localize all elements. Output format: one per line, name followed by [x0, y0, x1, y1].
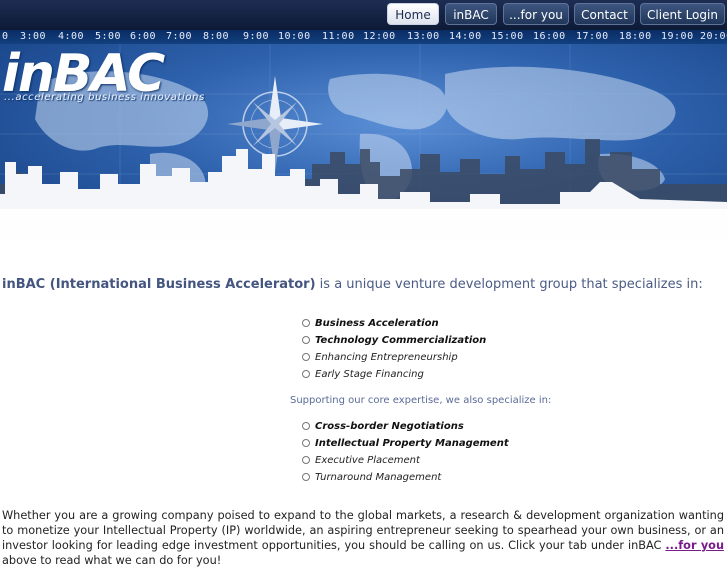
nav-inbac[interactable]: inBAC	[445, 3, 497, 25]
time-tick: 19:00	[661, 31, 694, 42]
time-tick: 18:00	[619, 31, 652, 42]
top-navigation: Home inBAC ...for you Contact Client Log…	[0, 0, 727, 30]
time-tick: 9:00	[243, 31, 270, 42]
time-tick: 0	[2, 31, 9, 42]
call-to-action-paragraph: Whether you are a growing company poised…	[2, 508, 724, 568]
circle-bullet-icon	[302, 456, 310, 464]
time-tick: 12:00	[363, 31, 396, 42]
nav-home[interactable]: Home	[387, 3, 439, 25]
time-tick: 3:00	[20, 31, 47, 42]
circle-bullet-icon	[302, 319, 310, 327]
cta-text-end: above to read what we can do for you!	[2, 554, 222, 567]
time-tick: 15:00	[491, 31, 524, 42]
circle-bullet-icon	[302, 370, 310, 378]
time-tick: 20:00	[700, 31, 727, 42]
time-tick: 13:00	[407, 31, 440, 42]
list-item: Cross-border Negotiations	[302, 418, 509, 435]
circle-bullet-icon	[302, 422, 310, 430]
logo-tagline: ...accelerating business innovations	[4, 92, 205, 103]
supporting-heading: Supporting our core expertise, we also s…	[290, 395, 552, 406]
circle-bullet-icon	[302, 353, 310, 361]
intro-text: is a unique venture development group th…	[315, 277, 703, 292]
additional-specialties-list: Cross-border Negotiations Intellectual P…	[302, 418, 509, 486]
time-tick: 7:00	[166, 31, 193, 42]
list-item: Intellectual Property Management	[302, 435, 509, 452]
list-item: Executive Placement	[302, 452, 509, 469]
time-tick: 6:00	[130, 31, 157, 42]
circle-bullet-icon	[302, 473, 310, 481]
nav-client-login[interactable]: Client Login	[640, 3, 725, 25]
intro-paragraph: inBAC (International Business Accelerato…	[2, 277, 722, 292]
list-item: Early Stage Financing	[302, 366, 486, 383]
circle-bullet-icon	[302, 439, 310, 447]
company-name: inBAC (International Business Accelerato…	[2, 277, 316, 292]
list-item: Turnaround Management	[302, 469, 509, 486]
time-tick: 5:00	[95, 31, 122, 42]
list-item: Business Acceleration	[302, 315, 486, 332]
header-banner: inBAC ...accelerating business innovatio…	[0, 44, 727, 240]
list-item: Enhancing Entrepreneurship	[302, 349, 486, 366]
time-tick: 14:00	[449, 31, 482, 42]
cta-text: Whether you are a growing company poised…	[2, 509, 724, 552]
list-item: Technology Commercialization	[302, 332, 486, 349]
time-tick: 16:00	[533, 31, 566, 42]
nav-contact[interactable]: Contact	[574, 3, 635, 25]
time-tick: 4:00	[58, 31, 85, 42]
time-tick: 8:00	[203, 31, 230, 42]
circle-bullet-icon	[302, 336, 310, 344]
time-tick: 17:00	[576, 31, 609, 42]
nav-for-you[interactable]: ...for you	[503, 3, 569, 25]
time-tick: 11:00	[322, 31, 355, 42]
for-you-link[interactable]: ...for you	[665, 539, 724, 552]
timezone-bar: 0 3:00 4:00 5:00 6:00 7:00 8:00 9:00 10:…	[0, 30, 727, 44]
time-tick: 10:00	[278, 31, 311, 42]
core-expertise-list: Business Acceleration Technology Commerc…	[302, 315, 486, 383]
